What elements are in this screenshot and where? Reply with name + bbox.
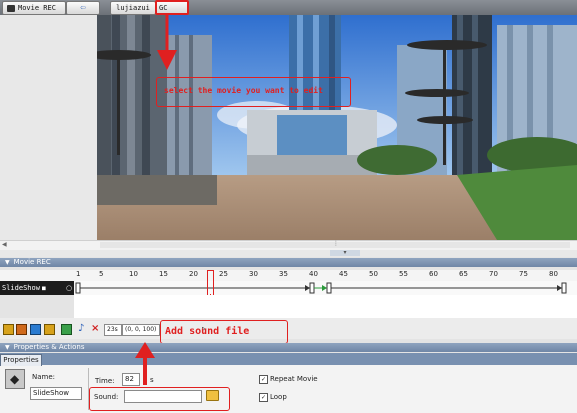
- back-arrow-icon: ⇦: [80, 3, 86, 13]
- movie-rec-panel-header[interactable]: ▼ Movie REC: [0, 258, 577, 267]
- repeat-movie-label: Repeat Movie: [270, 375, 318, 383]
- track-empty-area: [74, 295, 577, 318]
- ruler-tick: 25: [219, 270, 228, 278]
- collapse-handle-icon[interactable]: ▾: [330, 250, 360, 256]
- track-label-text: SlideShow: [2, 284, 40, 292]
- playhead[interactable]: [207, 270, 214, 296]
- movie-name-tab[interactable]: lujiazui: [110, 1, 156, 15]
- collapse-triangle-icon[interactable]: ▼: [5, 343, 10, 352]
- ruler-tick: 5: [99, 270, 104, 278]
- ruler-tick: 30: [249, 270, 258, 278]
- ruler-tick: 20: [189, 270, 198, 278]
- select-movie-text: select the movie you want to edit: [164, 86, 323, 95]
- coords-readout: (0, 0, 100): [122, 324, 160, 336]
- music-icon[interactable]: ♪: [78, 323, 84, 334]
- timeline-toolbar: ♪ × 23s (0, 0, 100) ▹: [0, 318, 577, 339]
- ruler-tick: 15: [159, 270, 168, 278]
- camera-icon: [7, 4, 15, 12]
- movie-rec-tab[interactable]: Movie REC: [2, 1, 66, 15]
- add-sound-text: Add sound file: [165, 326, 250, 337]
- ruler-tick: 40: [309, 270, 318, 278]
- loop-checkbox[interactable]: ✓: [259, 393, 268, 402]
- sound-field-callout: [89, 387, 230, 411]
- properties-tab-bar: Properties: [0, 353, 577, 366]
- left-canvas-area: [0, 15, 98, 240]
- properties-header-label: Properties & Actions: [13, 343, 85, 351]
- ruler-tick: 60: [429, 270, 438, 278]
- ruler-tick: 70: [489, 270, 498, 278]
- splitter[interactable]: ▾: [0, 250, 577, 257]
- ruler-tick: 65: [459, 270, 468, 278]
- name-label: Name:: [32, 373, 56, 381]
- ruler-tick: 80: [549, 270, 558, 278]
- properties-panel: Properties ◆ Name: SlideShow Time: 82 s …: [0, 353, 577, 413]
- eye-icon[interactable]: ○: [66, 284, 72, 292]
- track-segments[interactable]: [74, 281, 577, 295]
- delete-icon[interactable]: ×: [91, 323, 99, 334]
- collapse-triangle-icon[interactable]: ▼: [5, 258, 10, 267]
- back-button[interactable]: ⇦: [66, 1, 100, 15]
- up-arrow-annotation: [135, 342, 155, 385]
- add-image-icon[interactable]: [3, 324, 14, 335]
- loop-label: Loop: [270, 393, 287, 401]
- tab-properties[interactable]: Properties: [0, 354, 42, 366]
- add-clip-icon[interactable]: [61, 324, 72, 335]
- time-readout: 23s: [104, 324, 122, 336]
- diamond-icon: ◆: [10, 372, 20, 386]
- lock-icon[interactable]: ■: [42, 285, 46, 292]
- ruler-tick: 75: [519, 270, 528, 278]
- top-toolbar: Movie REC ⇦ lujiazui GC: [0, 0, 577, 15]
- add-text-icon[interactable]: [16, 324, 27, 335]
- name-field[interactable]: SlideShow: [30, 387, 82, 400]
- track-label[interactable]: SlideShow ■: [0, 281, 74, 295]
- movie-rec-tab-label: Movie REC: [18, 4, 56, 12]
- ruler-tick: 45: [339, 270, 348, 278]
- ruler-tick: 35: [279, 270, 288, 278]
- time-label: Time:: [95, 377, 115, 385]
- movie-rec-header-label: Movie REC: [13, 258, 51, 266]
- add-effect-icon[interactable]: [30, 324, 41, 335]
- slideshow-item-icon: ◆: [5, 369, 25, 389]
- ruler-tick: 50: [369, 270, 378, 278]
- scroll-grip-icon: ⋮: [333, 240, 339, 247]
- add-transition-icon[interactable]: [44, 324, 55, 335]
- properties-panel-header[interactable]: ▼ Properties & Actions: [0, 343, 577, 352]
- down-arrow-annotation: [157, 14, 177, 70]
- gc-tab[interactable]: GC: [155, 0, 189, 15]
- ruler-tick: 1: [76, 270, 81, 278]
- scroll-left-icon[interactable]: ◀: [2, 241, 7, 248]
- ruler-tick: 55: [399, 270, 408, 278]
- repeat-movie-checkbox[interactable]: ✓: [259, 375, 268, 384]
- ruler-tick: 10: [129, 270, 138, 278]
